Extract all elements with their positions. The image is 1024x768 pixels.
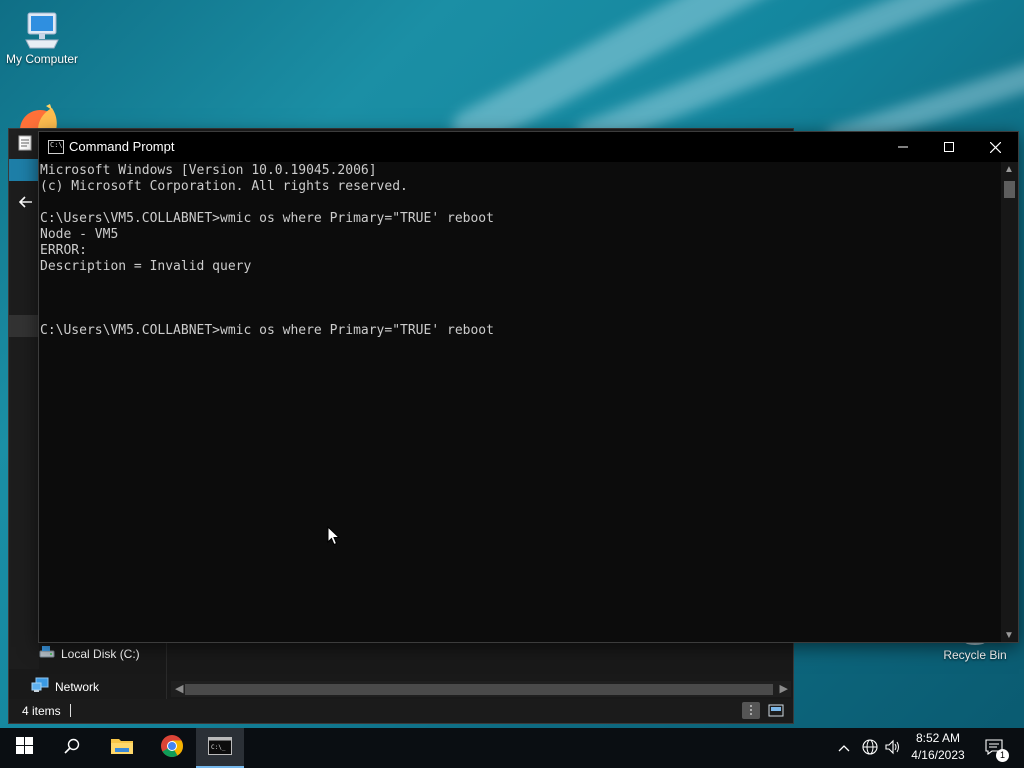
horizontal-scrollbar[interactable]: ◀ ▶ xyxy=(171,681,791,697)
chevron-up-icon xyxy=(838,741,850,755)
explorer-nav-rail xyxy=(9,181,39,669)
search-icon xyxy=(64,738,80,759)
volume-icon xyxy=(885,739,901,758)
explorer-ribbon-tab[interactable] xyxy=(9,159,39,181)
console-line: (c) Microsoft Corporation. All rights re… xyxy=(40,179,408,194)
close-button[interactable] xyxy=(972,132,1018,162)
command-prompt-window[interactable]: C:\ Command Prompt Microsoft Windows [Ve… xyxy=(38,131,1019,643)
taskbar-chrome[interactable] xyxy=(148,728,196,768)
firefox-icon[interactable] xyxy=(16,104,64,130)
explorer-status-bar: 4 items xyxy=(9,699,793,723)
volume-control[interactable] xyxy=(885,728,901,768)
scroll-left-arrow-icon[interactable]: ◀ xyxy=(175,682,183,695)
console-line: Description = Invalid query xyxy=(40,259,252,274)
action-center-button[interactable]: 1 xyxy=(982,728,1009,768)
nav-item-network[interactable]: Network xyxy=(31,677,99,696)
chrome-icon xyxy=(160,734,184,763)
details-view-icon[interactable] xyxy=(742,702,760,719)
clock-time: 8:52 AM xyxy=(915,731,961,745)
mouse-pointer-icon xyxy=(327,525,341,551)
document-icon xyxy=(18,135,32,156)
scrollbar-thumb[interactable] xyxy=(185,684,773,695)
clock-date: 4/16/2023 xyxy=(911,748,965,762)
console-line: Node - VM5 xyxy=(40,227,119,242)
drive-icon xyxy=(39,645,55,662)
taskbar: C:\_ 8:52 AM 4/16/2023 1 xyxy=(0,728,1024,768)
folder-icon xyxy=(110,736,134,761)
nav-selected-row xyxy=(9,315,39,337)
large-icons-view-icon[interactable] xyxy=(767,702,785,719)
scroll-up-arrow-icon[interactable]: ▲ xyxy=(1004,164,1014,175)
console-prompt-line[interactable]: C:\Users\VM5.COLLABNET>wmic os where Pri… xyxy=(40,323,1001,339)
console-line: C:\Users\VM5.COLLABNET>wmic os where Pri… xyxy=(40,211,494,226)
desktop-icon-label: My Computer xyxy=(5,52,79,66)
notification-icon: 1 xyxy=(985,738,1009,762)
taskbar-file-explorer[interactable] xyxy=(98,728,146,768)
window-title: Command Prompt xyxy=(69,139,175,154)
network-status[interactable] xyxy=(862,728,878,768)
console-line: ERROR: xyxy=(40,243,87,258)
notification-count-badge: 1 xyxy=(996,748,1009,762)
desktop-icon-label: Recycle Bin xyxy=(943,648,1007,662)
console-line: Microsoft Windows [Version 10.0.19045.20… xyxy=(40,163,377,178)
back-arrow-icon[interactable] xyxy=(18,195,33,214)
cmd-icon: C:\ xyxy=(48,140,64,154)
network-globe-icon xyxy=(862,738,878,758)
navpane-divider xyxy=(166,641,167,701)
console-output[interactable]: Microsoft Windows [Version 10.0.19045.20… xyxy=(39,162,1001,642)
windows-logo-icon xyxy=(15,737,33,759)
desktop-icon-my-computer[interactable]: My Computer xyxy=(0,10,84,66)
start-button[interactable] xyxy=(0,728,48,768)
cmd-titlebar[interactable]: C:\ Command Prompt xyxy=(39,132,1018,162)
nav-item-label: Network xyxy=(55,679,100,694)
status-separator xyxy=(70,704,71,717)
taskbar-command-prompt[interactable]: C:\_ xyxy=(196,728,244,768)
nav-item-local-disk[interactable]: Local Disk (C:) xyxy=(39,645,140,662)
system-clock[interactable]: 8:52 AM 4/16/2023 xyxy=(904,730,972,766)
cmd-icon: C:\_ xyxy=(208,736,232,760)
minimize-button[interactable] xyxy=(880,132,926,162)
scrollbar-thumb[interactable] xyxy=(1004,181,1015,198)
search-button[interactable] xyxy=(48,728,96,768)
item-count: 4 items xyxy=(22,704,61,718)
network-icon xyxy=(31,677,49,696)
show-hidden-icons-button[interactable] xyxy=(838,728,850,768)
svg-text:C:\_: C:\_ xyxy=(211,744,226,751)
scroll-right-arrow-icon[interactable]: ▶ xyxy=(780,682,788,695)
nav-item-label: Local Disk (C:) xyxy=(61,646,140,661)
scroll-down-arrow-icon[interactable]: ▼ xyxy=(1004,630,1014,641)
computer-icon xyxy=(22,10,62,50)
maximize-button[interactable] xyxy=(926,132,972,162)
vertical-scrollbar[interactable]: ▲ ▼ xyxy=(1001,162,1018,642)
